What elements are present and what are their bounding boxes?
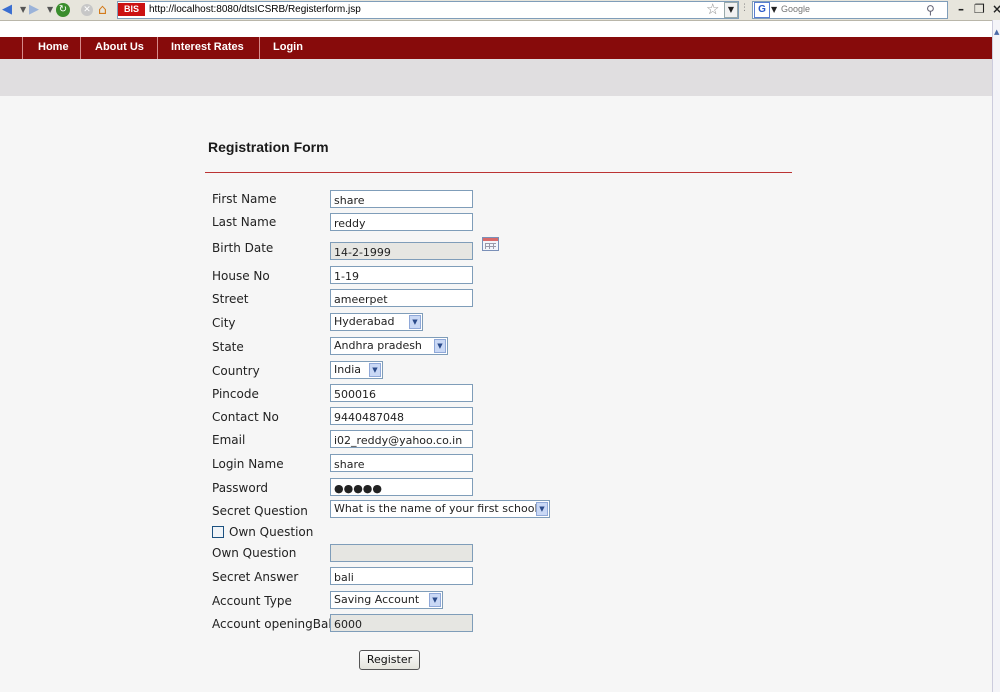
site-navbar: Home About Us Interest Rates Login	[0, 37, 992, 59]
own-question-checkbox[interactable]	[212, 526, 224, 538]
country-label: Country	[212, 364, 260, 378]
first-name-label: First Name	[212, 192, 277, 206]
city-select-value: Hyderabad	[334, 315, 395, 328]
chevron-down-icon[interactable]: ▼	[434, 339, 446, 353]
contact-no-label: Contact No	[212, 410, 279, 424]
url-dropdown-icon[interactable]: ▼	[724, 2, 738, 18]
search-input[interactable]	[781, 3, 919, 15]
state-label: State	[212, 340, 244, 354]
address-url[interactable]: http://localhost:8080/dtsICSRB/Registerf…	[149, 2, 361, 18]
scroll-up-icon[interactable]: ▲	[994, 28, 999, 36]
browser-toolbar: ◀ ▼ ▶ ▼ ↻ ✕ ⌂ BIS http://localhost:8080/…	[0, 0, 1000, 21]
own-question-label: Own Question	[212, 546, 297, 560]
chevron-down-icon[interactable]: ▼	[409, 315, 421, 329]
login-name-field[interactable]	[330, 454, 473, 472]
opening-balance-field[interactable]	[330, 614, 473, 632]
login-name-label: Login Name	[212, 457, 284, 471]
contact-no-field[interactable]	[330, 407, 473, 425]
stop-icon[interactable]: ✕	[81, 4, 93, 16]
forward-icon[interactable]: ▶	[29, 2, 39, 18]
reload-icon[interactable]: ↻	[56, 3, 70, 17]
house-no-field[interactable]	[330, 266, 473, 284]
scrollbar[interactable]	[992, 20, 1000, 692]
secret-answer-label: Secret Answer	[212, 570, 299, 584]
back-icon[interactable]: ◀	[2, 2, 12, 18]
toolbar-separator: ⋮	[740, 3, 749, 13]
sub-header-bar	[0, 59, 992, 96]
nav-separator	[80, 37, 81, 59]
nav-separator	[259, 37, 260, 59]
secret-answer-field[interactable]	[330, 567, 473, 585]
last-name-label: Last Name	[212, 215, 277, 229]
form-title: Registration Form	[208, 139, 329, 155]
title-divider	[205, 172, 792, 173]
pincode-field[interactable]	[330, 384, 473, 402]
own-question-checkbox-label: Own Question	[229, 525, 314, 539]
country-select[interactable]: India ▼	[330, 361, 383, 379]
first-name-field[interactable]	[330, 190, 473, 208]
chevron-down-icon[interactable]: ▼	[536, 502, 548, 516]
bookmark-star-icon[interactable]: ☆	[706, 1, 719, 17]
password-field[interactable]	[330, 478, 473, 496]
close-icon[interactable]: ×	[992, 2, 1000, 16]
email-label: Email	[212, 433, 246, 447]
forward-dropdown-icon[interactable]: ▼	[47, 2, 53, 18]
opening-balance-label: Account openingBal	[212, 617, 332, 631]
city-select[interactable]: Hyderabad ▼	[330, 313, 423, 331]
birth-date-field[interactable]	[330, 242, 473, 260]
content-area	[0, 96, 992, 692]
state-select-value: Andhra pradesh	[334, 339, 422, 352]
search-engine-dropdown-icon[interactable]: ▼	[771, 2, 777, 18]
chevron-down-icon[interactable]: ▼	[429, 593, 441, 607]
last-name-field[interactable]	[330, 213, 473, 231]
email-field[interactable]	[330, 430, 473, 448]
nav-about-us[interactable]: About Us	[95, 37, 144, 59]
google-icon[interactable]: G	[754, 2, 770, 18]
nav-separator	[157, 37, 158, 59]
street-label: Street	[212, 292, 249, 306]
home-icon[interactable]: ⌂	[98, 2, 107, 18]
account-type-select[interactable]: Saving Account ▼	[330, 591, 443, 609]
chevron-down-icon[interactable]: ▼	[369, 363, 381, 377]
own-question-field[interactable]	[330, 544, 473, 562]
state-select[interactable]: Andhra pradesh ▼	[330, 337, 448, 355]
house-no-label: House No	[212, 269, 270, 283]
birth-date-label: Birth Date	[212, 241, 274, 255]
secret-question-select-value: What is the name of your first school?	[334, 502, 544, 515]
address-bar[interactable]: BIS http://localhost:8080/dtsICSRB/Regis…	[117, 1, 739, 19]
account-type-label: Account Type	[212, 594, 292, 608]
street-field[interactable]	[330, 289, 473, 307]
secret-question-select[interactable]: What is the name of your first school? ▼	[330, 500, 550, 518]
nav-login[interactable]: Login	[273, 37, 303, 59]
pincode-label: Pincode	[212, 387, 259, 401]
search-icon[interactable]: ⚲	[926, 2, 935, 18]
search-box: G ▼ ⚲	[752, 1, 948, 19]
secret-question-label: Secret Question	[212, 504, 308, 518]
nav-home[interactable]: Home	[38, 37, 69, 59]
nav-interest-rates[interactable]: Interest Rates	[171, 37, 244, 59]
password-label: Password	[212, 481, 269, 495]
register-button[interactable]: Register	[359, 650, 420, 670]
nav-separator	[22, 37, 23, 59]
restore-icon[interactable]: ❐	[974, 2, 985, 16]
minimize-icon[interactable]: –	[958, 2, 964, 16]
site-favicon: BIS	[118, 3, 145, 16]
back-dropdown-icon[interactable]: ▼	[20, 2, 26, 18]
country-select-value: India	[334, 363, 361, 376]
calendar-icon[interactable]	[482, 237, 499, 251]
account-type-select-value: Saving Account	[334, 593, 420, 606]
city-label: City	[212, 316, 236, 330]
